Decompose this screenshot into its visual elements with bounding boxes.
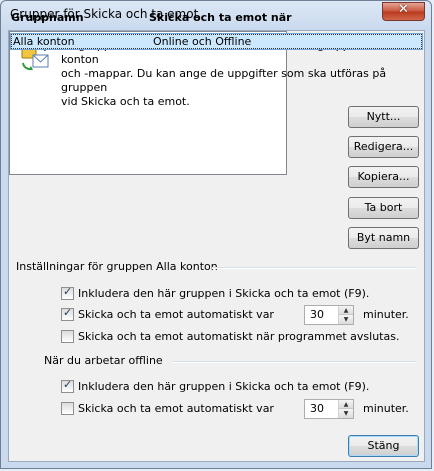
stepper-buttons: ▲ ▼ (338, 306, 353, 324)
online-interval-value[interactable]: 30 (310, 308, 324, 321)
online-group-label: Inställningar för gruppen Alla konton (16, 260, 218, 273)
offline-include-label: Inkludera den här gruppen i Skicka och t… (78, 380, 370, 393)
offline-auto-label: Skicka och ta emot automatiskt var (78, 402, 274, 415)
offline-group-label: När du arbetar offline (44, 354, 163, 367)
stepper-buttons: ▲ ▼ (338, 400, 353, 418)
close-window-button[interactable]: ✕ (382, 2, 425, 21)
offline-interval-unit: minuter. (363, 402, 409, 415)
online-interval-unit: minuter. (363, 308, 409, 321)
offline-interval-value[interactable]: 30 (310, 402, 324, 415)
checkmark-icon: ✓ (63, 285, 73, 298)
stepper-up-icon[interactable]: ▲ (339, 306, 353, 315)
column-header-group-name: Gruppnamn (11, 11, 84, 24)
dialog-window: Grupper för Skicka och ta emot ✕ En grup… (0, 0, 432, 469)
online-on-exit-label: Skicka och ta emot automatiskt när progr… (78, 330, 400, 343)
row-send-receive-when: Online och Offline (153, 35, 252, 48)
stepper-down-icon[interactable]: ▼ (339, 315, 353, 324)
row-group-name: Alla konton (13, 35, 75, 48)
online-interval-stepper[interactable]: 30 ▲ ▼ (304, 305, 354, 325)
checkmark-icon: ✓ (63, 306, 73, 319)
new-group-button[interactable]: Nytt... (348, 106, 419, 128)
online-include-checkbox[interactable]: ✓ (61, 285, 74, 300)
copy-group-button[interactable]: Kopiera... (348, 166, 419, 188)
rename-group-button[interactable]: Byt namn (348, 227, 419, 249)
edit-group-button[interactable]: Redigera... (348, 136, 419, 158)
offline-include-checkbox[interactable]: ✓ (61, 378, 74, 393)
online-auto-label: Skicka och ta emot automatiskt var (78, 308, 274, 321)
offline-auto-checkbox[interactable] (61, 402, 74, 415)
online-auto-checkbox[interactable]: ✓ (61, 306, 74, 321)
checkmark-icon: ✓ (63, 378, 73, 391)
stepper-up-icon[interactable]: ▲ (339, 400, 353, 409)
online-include-label: Inkludera den här gruppen i Skicka och t… (78, 287, 370, 300)
column-header-send-receive-when: Skicka och ta emot när (149, 11, 292, 24)
table-row[interactable]: Alla konton Online och Offline (10, 33, 423, 50)
dialog-content: En grupp för Skicka och ta emot innehåll… (8, 11, 425, 462)
close-button[interactable]: Stäng (348, 435, 419, 457)
online-on-exit-checkbox[interactable] (61, 330, 74, 343)
offline-interval-stepper[interactable]: 30 ▲ ▼ (304, 399, 354, 419)
group-divider (212, 267, 416, 269)
close-icon: ✕ (398, 2, 409, 17)
stepper-down-icon[interactable]: ▼ (339, 409, 353, 418)
group-divider (172, 361, 416, 363)
remove-group-button[interactable]: Ta bort (348, 197, 419, 219)
